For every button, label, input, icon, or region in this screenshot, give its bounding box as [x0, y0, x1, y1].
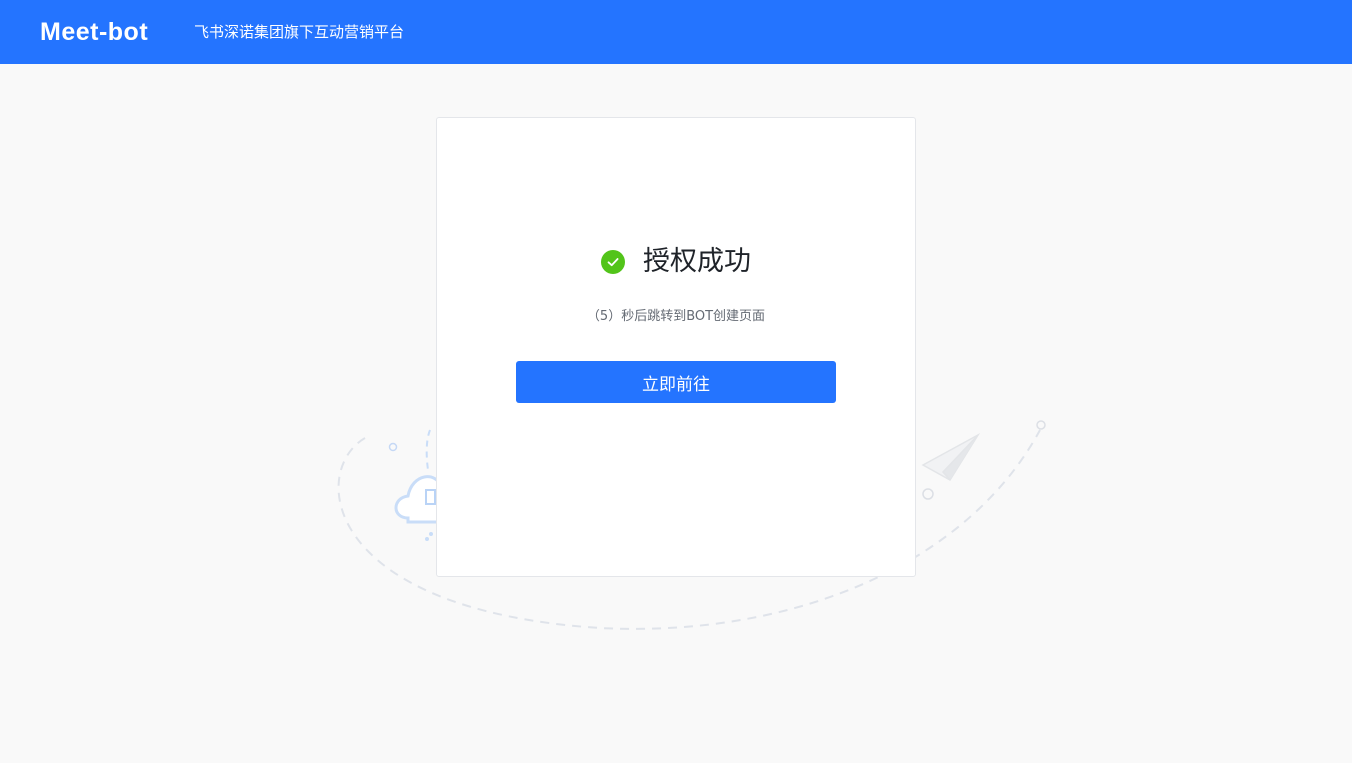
top-navigation-bar: Meet-bot 飞书深诺集团旗下互动营销平台: [0, 0, 1352, 64]
status-row: 授权成功: [437, 242, 915, 282]
status-title: 授权成功: [643, 246, 751, 277]
authorization-result-card: 授权成功 （5）秒后跳转到BOT创建页面 立即前往: [436, 117, 916, 577]
header-tagline: 飞书深诺集团旗下互动营销平台: [194, 23, 405, 41]
logo-text: Meet-bot: [40, 17, 149, 46]
meet-bot-logo[interactable]: Meet-bot: [40, 18, 148, 46]
check-circle-icon: [601, 250, 625, 274]
redirect-countdown-text: （5）秒后跳转到BOT创建页面: [586, 309, 766, 324]
go-now-button[interactable]: 立即前往: [516, 361, 836, 403]
